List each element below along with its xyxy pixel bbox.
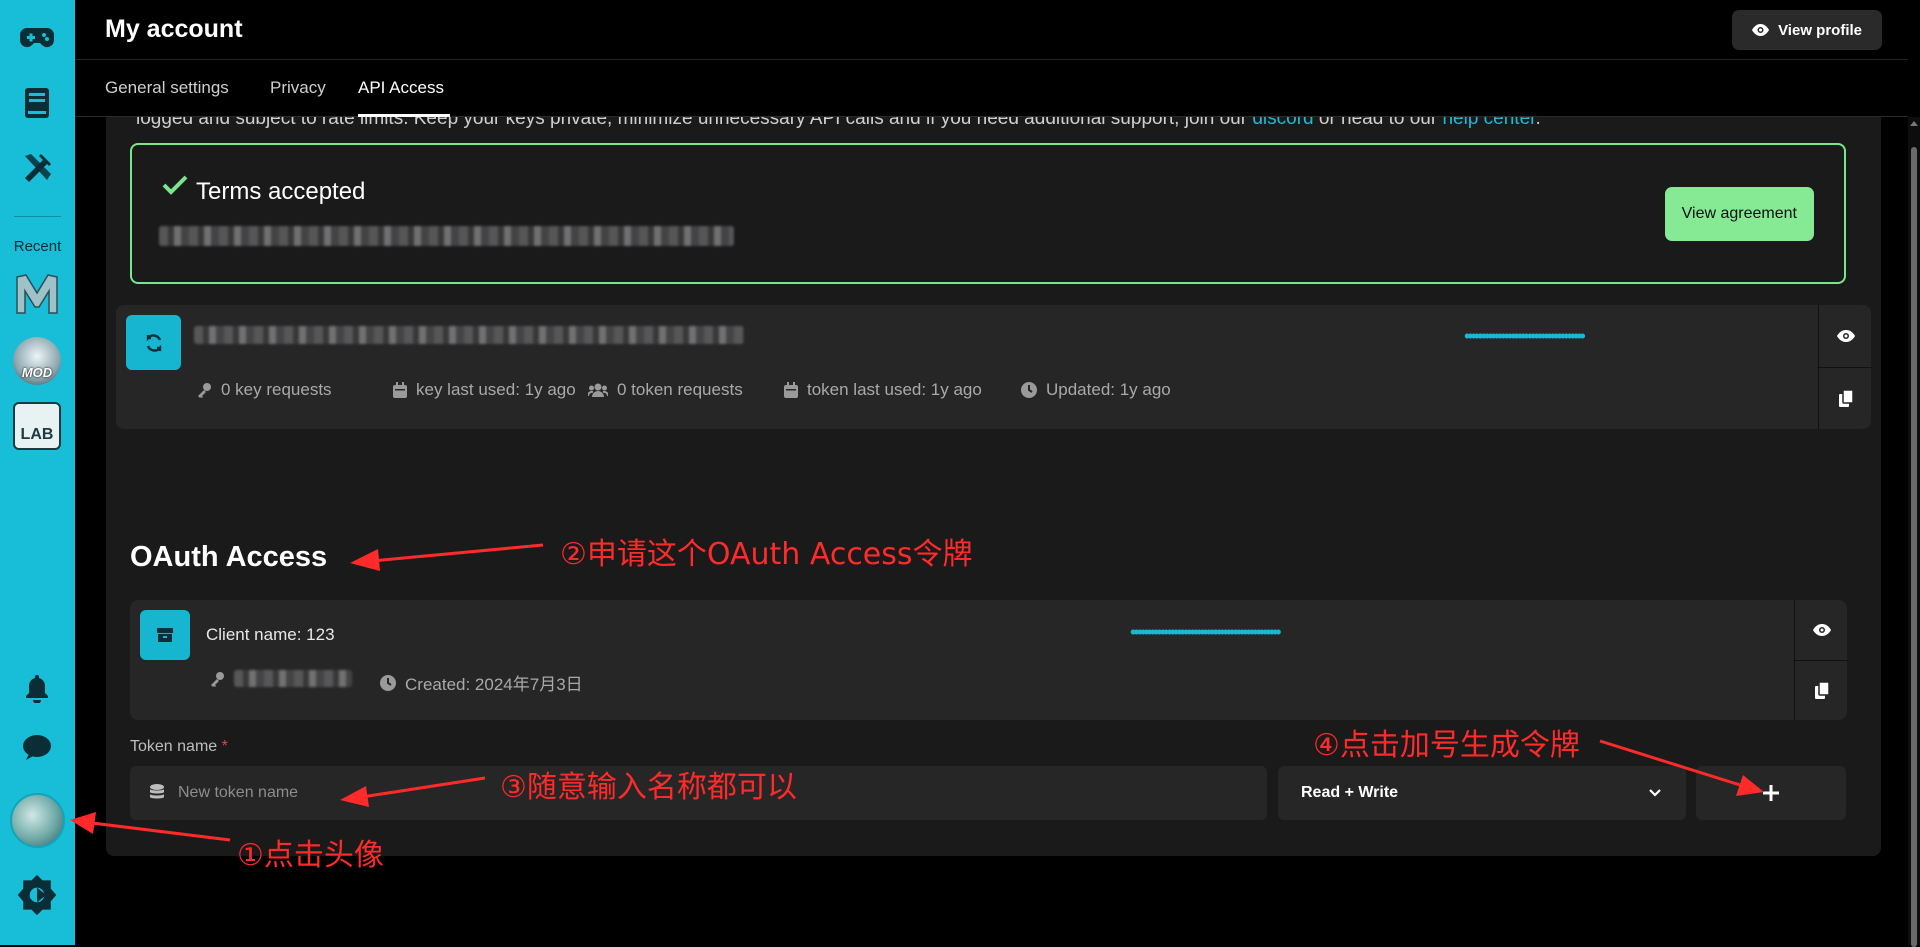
- redacted-terms-text: [159, 226, 734, 246]
- annotation-step4: ④点击加号生成令牌: [1313, 728, 1580, 763]
- refresh-icon: [146, 333, 161, 352]
- clock-icon: [380, 674, 396, 691]
- calendar-icon: [393, 382, 407, 398]
- scrollbar[interactable]: [1908, 117, 1920, 947]
- oauth-access-card: OAuth Access Client name: 123 ••••••••••…: [106, 513, 1881, 856]
- database-icon: [150, 784, 164, 799]
- users-icon: [588, 383, 608, 397]
- masked-api-key: ••••••••••••••••••••••••••••••••••••: [1464, 326, 1586, 346]
- gamepad-icon[interactable]: [15, 16, 59, 60]
- page-title: My account: [105, 15, 243, 43]
- copy-key-button[interactable]: [1819, 367, 1872, 429]
- intro-text-mid: or head to our: [1318, 117, 1438, 129]
- key-last-used: key last used: 1y ago: [393, 380, 576, 400]
- key-last-used-text: key last used: 1y ago: [416, 380, 576, 399]
- scroll-thumb[interactable]: [1911, 147, 1917, 947]
- calendar-icon: [784, 382, 798, 398]
- annotation-step2: ②申请这个OAuth Access令牌: [560, 537, 973, 572]
- intro-text-body: logged and subject to rate limits. Keep …: [136, 117, 1248, 129]
- token-scope-select[interactable]: Read + Write: [1278, 766, 1686, 820]
- redacted-key-name: [194, 326, 744, 344]
- client-actions: [1794, 600, 1848, 720]
- token-last-used: token last used: 1y ago: [784, 380, 982, 400]
- updated-text: Updated: 1y ago: [1046, 380, 1171, 399]
- mod-m-thumbnail[interactable]: [13, 270, 61, 318]
- check-icon: [162, 175, 188, 195]
- discord-link[interactable]: discord: [1252, 117, 1313, 129]
- key-icon: [198, 383, 211, 398]
- scroll-up-arrow[interactable]: [1910, 121, 1918, 126]
- copy-icon: [1838, 390, 1853, 407]
- token-requests: 0 token requests: [588, 380, 743, 400]
- sidebar: Recent MOD LAB: [0, 0, 75, 945]
- client-key: [209, 670, 352, 687]
- clock-icon: [1021, 382, 1037, 398]
- refresh-key-button[interactable]: [126, 315, 181, 370]
- box-icon: [157, 628, 173, 642]
- copy-secret-button[interactable]: [1795, 660, 1848, 720]
- redacted-client-id: [234, 670, 352, 687]
- show-secret-button[interactable]: [1795, 600, 1848, 660]
- key-actions: [1818, 305, 1872, 429]
- header: My account View profile: [75, 0, 1908, 60]
- terms-title: Terms accepted: [196, 178, 366, 205]
- add-token-button[interactable]: [1696, 766, 1846, 820]
- plus-icon: [1763, 785, 1779, 801]
- key-updated: Updated: 1y ago: [1021, 380, 1171, 400]
- show-key-button[interactable]: [1819, 305, 1872, 367]
- client-app-icon: [140, 610, 190, 660]
- tab-api-access[interactable]: API Access: [358, 78, 444, 98]
- api-intro-text: logged and subject to rate limits. Keep …: [136, 117, 1541, 130]
- help-center-link[interactable]: help center: [1442, 117, 1535, 129]
- terms-accepted-box: Terms accepted View agreement: [130, 143, 1846, 284]
- required-mark: *: [221, 738, 228, 755]
- eye-icon: [1836, 330, 1855, 342]
- view-profile-label: View profile: [1778, 21, 1862, 39]
- annotation-step3: ③随意输入名称都可以: [500, 770, 797, 805]
- oauth-title: OAuth Access: [130, 541, 328, 573]
- gear-logo-icon[interactable]: [15, 873, 59, 917]
- tab-privacy[interactable]: Privacy: [270, 78, 326, 98]
- view-profile-button[interactable]: View profile: [1732, 10, 1882, 50]
- tab-general-settings[interactable]: General settings: [105, 78, 229, 98]
- view-agreement-button[interactable]: View agreement: [1664, 187, 1814, 241]
- token-scope-value: Read + Write: [1301, 784, 1399, 801]
- chevron-down-icon: [1649, 789, 1661, 797]
- token-last-used-text: token last used: 1y ago: [807, 380, 982, 399]
- mod-disc-thumbnail[interactable]: MOD: [13, 337, 61, 385]
- recent-label: Recent: [13, 238, 62, 255]
- tools-icon[interactable]: [15, 146, 59, 190]
- oauth-client-row: Client name: 123 •••••••••••••••••••••••…: [130, 600, 1848, 720]
- chat-icon[interactable]: [15, 726, 59, 770]
- intro-text-end: .: [1535, 117, 1541, 129]
- client-name: Client name: 123: [206, 625, 335, 644]
- sidebar-divider: [14, 216, 61, 217]
- token-name-label: Token name *: [130, 738, 228, 756]
- masked-client-secret: ••••••••••••••••••••••••••••••••••••••••…: [1130, 622, 1282, 642]
- created-text: Created: 2024年7月3日: [405, 675, 583, 694]
- key-requests: 0 key requests: [196, 380, 332, 400]
- copy-icon: [1814, 682, 1829, 699]
- key-icon: [211, 671, 224, 687]
- api-key-row: •••••••••••••••••••••••••••••••••••• 0 k…: [116, 305, 1872, 429]
- eye-icon: [1812, 624, 1831, 636]
- client-created: Created: 2024年7月3日: [380, 670, 583, 695]
- key-requests-text: 0 key requests: [221, 380, 332, 399]
- annotation-step1: ①点击头像: [237, 838, 384, 873]
- lab-thumbnail[interactable]: LAB: [13, 402, 61, 450]
- tab-bar: General settings Privacy API Access: [75, 61, 1908, 117]
- token-name-label-text: Token name: [130, 738, 218, 755]
- bell-icon[interactable]: [15, 666, 59, 710]
- eye-icon: [1752, 24, 1770, 36]
- token-requests-text: 0 token requests: [617, 380, 743, 399]
- main-content: logged and subject to rate limits. Keep …: [75, 117, 1908, 945]
- book-icon[interactable]: [15, 81, 59, 125]
- avatar[interactable]: [10, 793, 65, 848]
